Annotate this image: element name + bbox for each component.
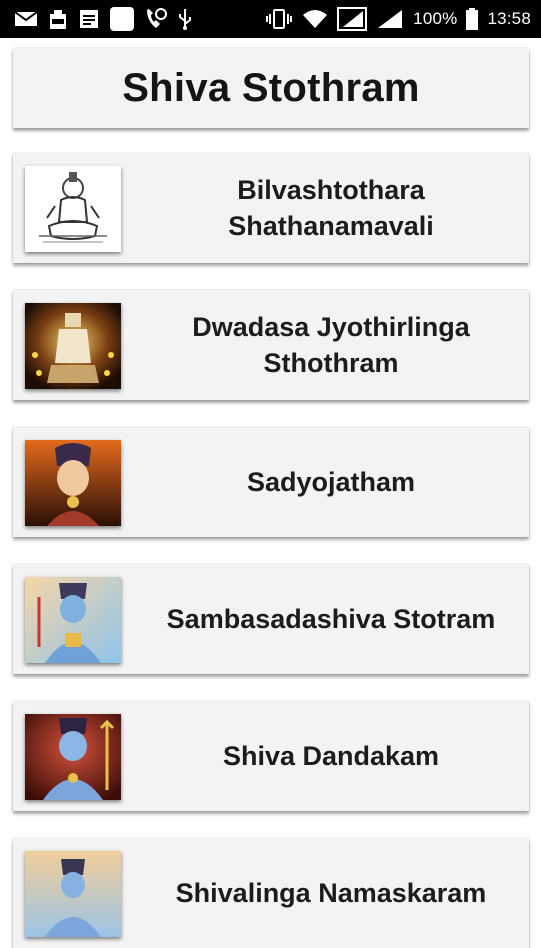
list-item[interactable]: Shivalinga Namaskaram xyxy=(13,838,529,948)
shiva-sky-image xyxy=(25,851,121,937)
list-item[interactable]: Sambasadashiva Stotram xyxy=(13,564,529,674)
shiva-portrait-image xyxy=(25,440,121,526)
list-item[interactable]: Shiva Dandakam xyxy=(13,701,529,811)
mail-icon xyxy=(14,10,38,28)
list-item[interactable]: Bilvashtothara Shathanamavali xyxy=(13,153,529,263)
shiva-blue-image xyxy=(25,577,121,663)
counter-notification-icon xyxy=(47,8,69,30)
document-notification-icon xyxy=(78,8,100,30)
clock: 13:58 xyxy=(487,9,531,28)
signal-sim1-icon xyxy=(337,7,368,31)
shiva-lamps-image xyxy=(25,303,121,389)
phone-settings-icon xyxy=(144,7,168,31)
battery-icon xyxy=(466,8,479,30)
app-notification-icon xyxy=(109,6,135,32)
status-bar: 100% 13:58 xyxy=(0,0,541,38)
item-title: Shiva Dandakam xyxy=(222,741,440,771)
wifi-icon xyxy=(302,9,328,29)
vibrate-icon xyxy=(265,8,293,30)
item-title: Shivalinga Namaskaram xyxy=(175,878,487,908)
shiva-sketch-image xyxy=(25,166,121,252)
usb-icon xyxy=(177,7,193,31)
list-item[interactable]: Sadyojatham xyxy=(13,427,529,537)
list-item[interactable]: Dwadasa Jyothirlinga Sthothram xyxy=(13,290,529,400)
item-title: Sambasadashiva Stotram xyxy=(166,604,496,634)
header-card: Shiva Stothram xyxy=(13,48,529,128)
item-title: Bilvashtothara Shathanamavali xyxy=(228,175,434,241)
item-title: Sadyojatham xyxy=(246,467,416,497)
page-title: Shiva Stothram xyxy=(122,65,420,110)
item-title: Dwadasa Jyothirlinga Sthothram xyxy=(192,312,470,378)
battery-percentage: 100% xyxy=(413,9,458,28)
shiva-red-image xyxy=(25,714,121,800)
signal-sim2-icon xyxy=(376,8,404,30)
